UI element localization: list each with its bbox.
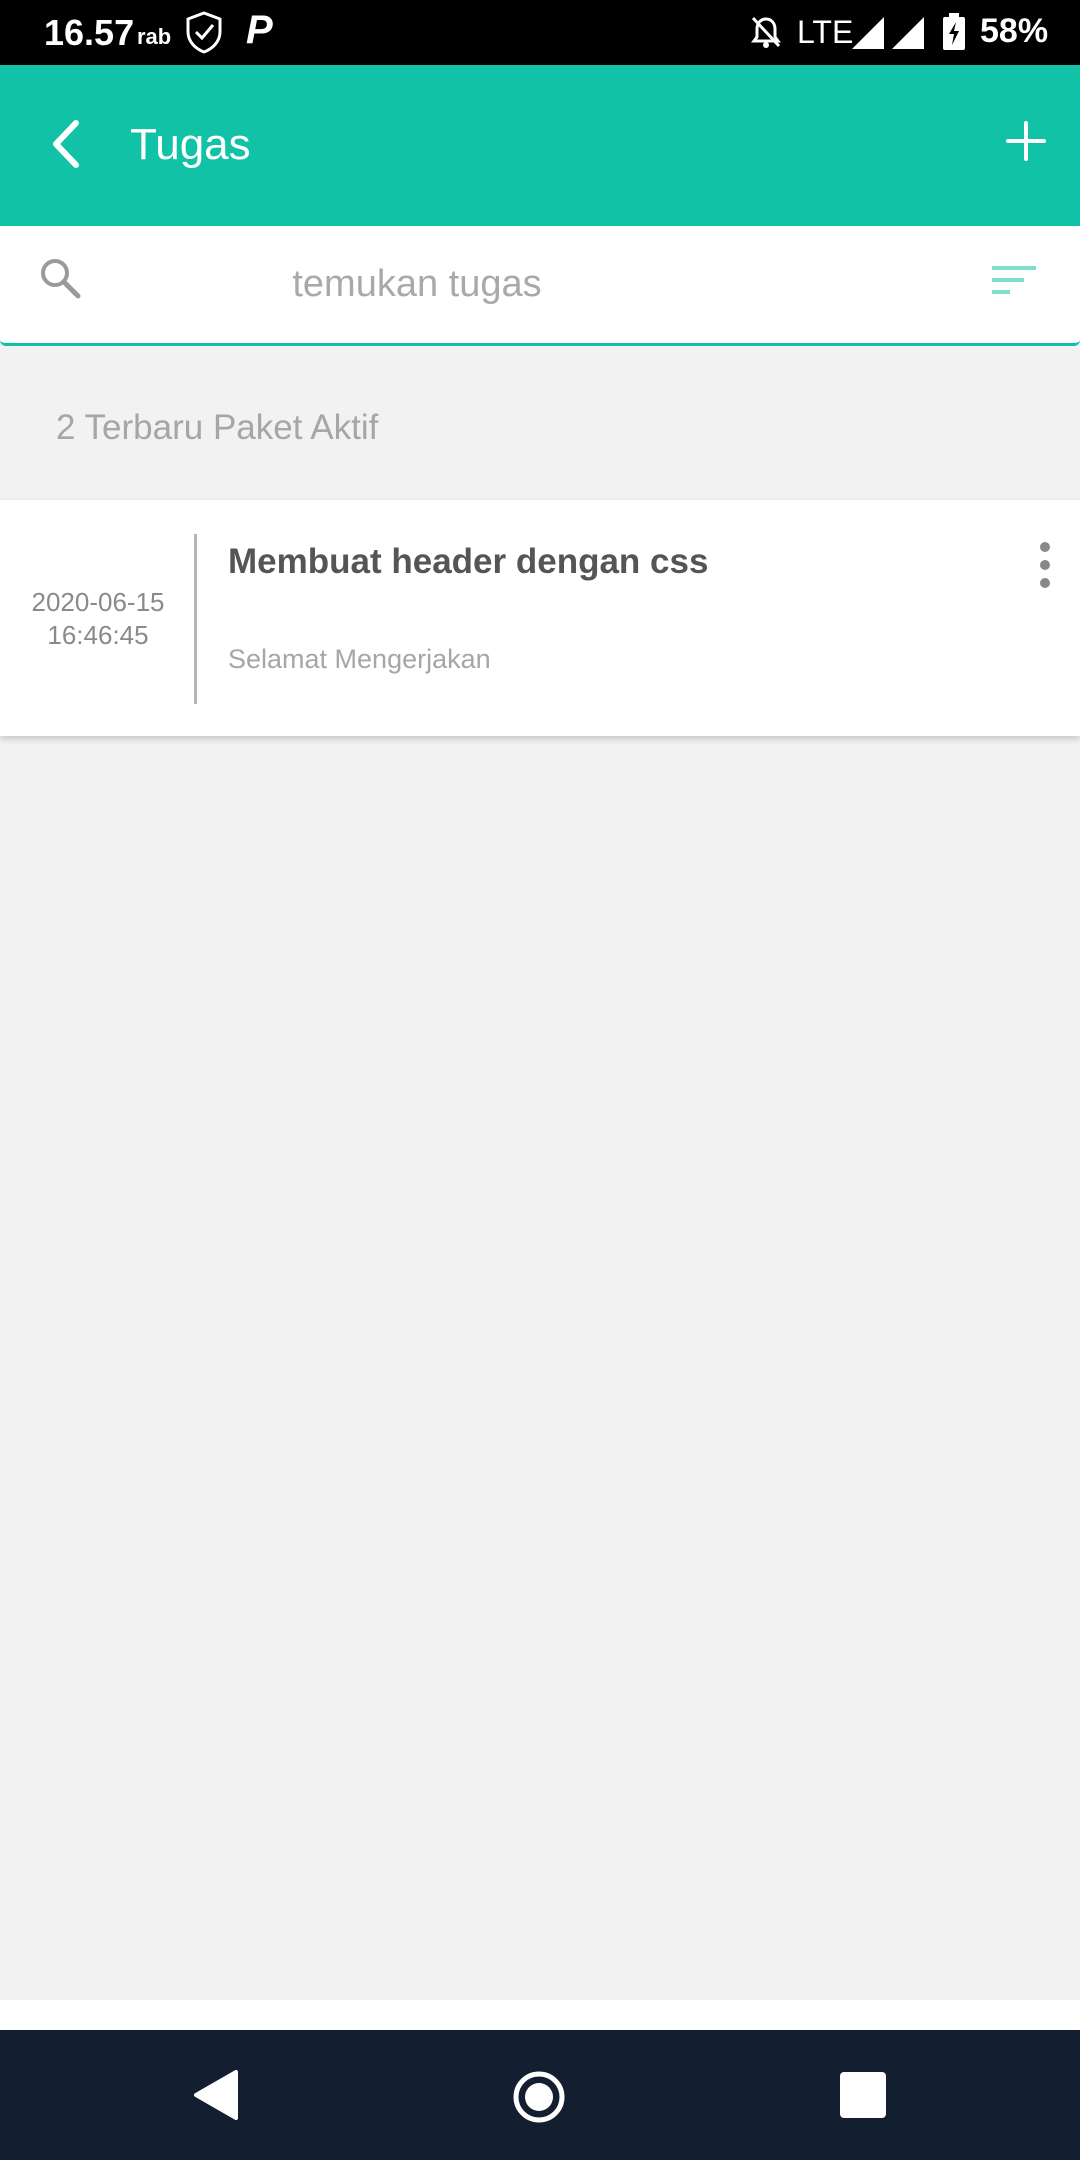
status-time: 16.57 [44, 12, 135, 53]
search-input[interactable] [120, 248, 714, 320]
status-day: rab [137, 24, 172, 49]
divider [194, 534, 197, 704]
search-icon [38, 256, 82, 305]
status-bar: 16.57 rab P LTE 58% [0, 0, 1080, 65]
nav-recents-icon[interactable] [840, 2072, 886, 2118]
more-vertical-icon[interactable] [1030, 540, 1060, 590]
network-type: LTE [797, 14, 854, 50]
system-nav-bar [0, 2030, 1080, 2160]
signal-icon [890, 15, 926, 56]
task-card[interactable]: 2020-06-15 16:46:45 Membuat header denga… [0, 500, 1080, 736]
bottom-strip [0, 2000, 1080, 2030]
filter-sort-icon[interactable] [990, 262, 1038, 307]
app-bar: Tugas [0, 65, 1080, 226]
task-title: Membuat header dengan css [228, 542, 709, 581]
notifications-off-icon [748, 14, 784, 55]
signal-icon [850, 15, 886, 56]
add-task-button[interactable] [1000, 115, 1052, 167]
nav-back-icon[interactable] [192, 2070, 240, 2125]
plus-icon [1006, 121, 1046, 161]
nav-home-icon[interactable] [512, 2070, 566, 2129]
page-title: Tugas [130, 120, 251, 169]
battery-percent: 58% [980, 12, 1049, 50]
section-header: 2 Terbaru Paket Aktif [56, 408, 379, 447]
battery-charging-icon [941, 13, 967, 56]
shield-check-icon [182, 10, 226, 59]
task-time: 16:46:45 [47, 620, 149, 650]
back-button[interactable] [40, 113, 92, 175]
task-date: 2020-06-15 [31, 587, 165, 617]
task-subtitle: Selamat Mengerjakan [228, 644, 491, 674]
app-notification-icon: P [246, 8, 273, 52]
chevron-left-icon [53, 120, 79, 168]
search-bar [0, 226, 1080, 346]
task-timestamp: 2020-06-15 16:46:45 [0, 586, 196, 652]
